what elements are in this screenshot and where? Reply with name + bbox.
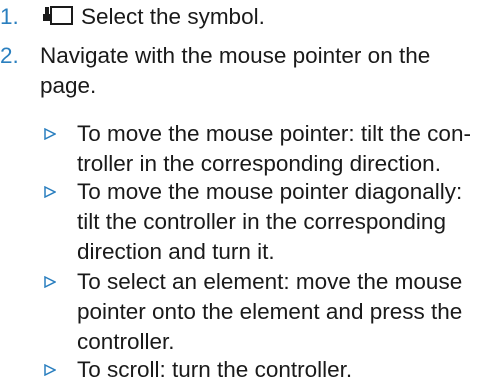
bullet-line: tilt the controller in the corresponding: [77, 209, 446, 234]
bullet-line: To scroll: turn the controller.: [77, 357, 353, 382]
bullet-line: To move the mouse pointer: tilt the con-: [77, 121, 471, 146]
bullet-line: direction and turn it.: [77, 239, 275, 264]
bullet-line: troller in the corresponding direction.: [77, 151, 441, 176]
bullet-line: To move the mouse pointer diagonally:: [77, 179, 463, 204]
step-number: 1.: [0, 4, 19, 29]
bullet-text: To select an element: move the mouse poi…: [77, 267, 491, 357]
bullet-item: To move the mouse pointer: tilt the con-…: [40, 119, 491, 179]
step-2: 2. Navigate with the mouse pointer on th…: [0, 41, 480, 101]
triangle-bullet-icon: [40, 267, 77, 357]
bullet-line: To select an element: move the mouse: [77, 269, 463, 294]
controller-display-icon: [43, 6, 73, 25]
bullet-item: To select an element: move the mouse poi…: [40, 267, 491, 357]
step-text: Select the symbol.: [81, 4, 265, 29]
bullet-text: To move the mouse pointer diagonally: ti…: [77, 177, 491, 267]
triangle-bullet-icon: [40, 177, 77, 267]
bullet-line: pointer onto the element and press the: [77, 299, 463, 324]
triangle-bullet-icon: [40, 355, 77, 385]
step-text: Navigate with the mouse pointer on the p…: [40, 43, 431, 98]
triangle-bullet-icon: [40, 119, 77, 179]
bullet-text: To scroll: turn the controller.: [77, 355, 491, 385]
bullet-item: To scroll: turn the controller.: [40, 355, 491, 385]
step-text-container: Select the symbol.: [40, 2, 480, 32]
step-1: 1. Select the symbol.: [0, 2, 480, 32]
instruction-document: 1. Select the symbol. 2. Navigate with t…: [0, 0, 491, 392]
step-number: 2.: [0, 43, 19, 68]
bullet-line: controller.: [77, 329, 175, 354]
bullet-item: To move the mouse pointer diagonally: ti…: [40, 177, 491, 267]
bullet-text: To move the mouse pointer: tilt the con-…: [77, 119, 491, 179]
